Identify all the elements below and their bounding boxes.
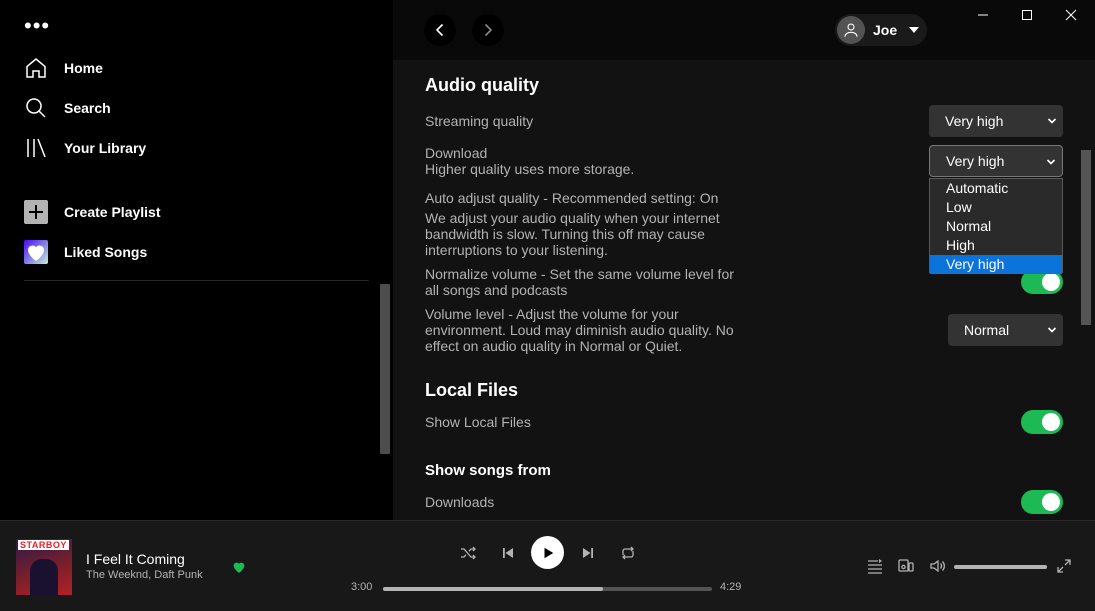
volume-level-select[interactable]: Normal	[948, 314, 1063, 346]
downloads-toggle[interactable]	[1021, 490, 1063, 514]
sidebar-item-home[interactable]: Home	[24, 56, 103, 80]
mute-button[interactable]	[929, 557, 947, 575]
elapsed-time: 3:00	[351, 581, 373, 593]
maximize-icon	[1022, 10, 1032, 20]
dropdown-option-normal[interactable]: Normal	[930, 217, 1062, 236]
toggle-knob	[1042, 273, 1060, 291]
track-title[interactable]: I Feel It Coming	[86, 551, 185, 567]
user-name: Joe	[873, 22, 898, 38]
repeat-icon	[622, 546, 634, 560]
heart-icon	[24, 240, 48, 264]
download-quality-value: Very high	[946, 153, 1005, 169]
local-files-heading: Local Files	[425, 380, 519, 400]
download-quality-dropdown: Automatic Low Normal High Very high	[929, 178, 1063, 274]
chevron-down-icon	[1047, 327, 1057, 333]
skip-back-icon	[503, 548, 513, 558]
album-cover-figure	[30, 559, 58, 595]
progress-fill	[383, 587, 604, 591]
toggle-knob	[1042, 413, 1060, 431]
fullscreen-icon	[1057, 559, 1071, 573]
auto-adjust-description: We adjust your audio quality when your i…	[425, 210, 720, 258]
streaming-quality-value: Very high	[945, 113, 1004, 129]
play-button[interactable]	[531, 536, 564, 569]
search-icon	[24, 96, 48, 120]
show-local-files-toggle[interactable]	[1021, 410, 1063, 434]
play-icon	[544, 547, 553, 558]
streaming-quality-select[interactable]: Very high	[929, 105, 1063, 137]
close-button[interactable]	[1049, 0, 1093, 30]
chevron-down-icon	[1046, 159, 1056, 165]
download-label: Download	[425, 145, 488, 161]
app-menu-button[interactable]: •••	[24, 15, 50, 37]
audio-quality-heading: Audio quality	[425, 75, 539, 95]
plus-icon	[24, 200, 48, 224]
duration-time: 4:29	[720, 581, 742, 593]
sidebar-item-label: Your Library	[64, 140, 147, 156]
volume-icon	[930, 559, 945, 573]
download-quality-select[interactable]: Very high	[929, 145, 1063, 177]
sidebar-item-label: Home	[64, 60, 103, 76]
normalize-volume-label: Normalize volume - Set the same volume l…	[425, 266, 734, 298]
sidebar-item-label: Liked Songs	[64, 244, 148, 260]
skip-forward-icon	[583, 548, 593, 558]
sidebar-item-search[interactable]: Search	[24, 96, 111, 120]
settings-main: Joe Audio quality Streaming quality Very…	[393, 0, 1095, 520]
sidebar: ••• Home Search Your Library Create Play…	[0, 0, 393, 520]
chevron-down-icon	[1047, 118, 1057, 124]
player-bar: STARBOY I Feel It Coming The Weeknd, Daf…	[0, 520, 1095, 611]
shuffle-icon	[461, 546, 476, 560]
user-menu-button[interactable]: Joe	[835, 14, 927, 46]
fullscreen-button[interactable]	[1055, 557, 1073, 575]
queue-button[interactable]	[866, 557, 884, 575]
caret-down-icon	[909, 27, 920, 33]
user-avatar-icon	[837, 16, 865, 44]
like-heart-icon[interactable]	[231, 559, 247, 575]
volume-level-label: Volume level - Adjust the volume for you…	[425, 306, 734, 354]
liked-songs-button[interactable]: Liked Songs	[24, 240, 147, 264]
dropdown-option-very-high[interactable]: Very high	[930, 255, 1062, 274]
streaming-quality-label: Streaming quality	[425, 113, 534, 129]
shuffle-button[interactable]	[459, 544, 477, 562]
progress-bar[interactable]	[383, 587, 712, 591]
volume-level-value: Normal	[964, 322, 1010, 338]
devices-icon	[898, 559, 914, 572]
sidebar-item-label: Search	[64, 100, 111, 116]
album-cover[interactable]: STARBOY	[16, 539, 72, 595]
chevron-right-icon	[484, 23, 493, 37]
home-icon	[24, 56, 48, 80]
dropdown-option-low[interactable]: Low	[930, 198, 1062, 217]
top-bar: Joe	[393, 0, 1095, 60]
dropdown-option-automatic[interactable]: Automatic	[930, 179, 1062, 198]
minimize-icon	[978, 14, 988, 16]
chevron-left-icon	[435, 23, 444, 37]
sidebar-divider	[24, 280, 369, 281]
close-icon	[1065, 9, 1077, 21]
back-button[interactable]	[424, 14, 456, 46]
repeat-button[interactable]	[619, 544, 637, 562]
maximize-button[interactable]	[1005, 0, 1049, 30]
queue-icon	[868, 559, 882, 574]
sidebar-item-label: Create Playlist	[64, 204, 161, 220]
library-icon	[24, 136, 48, 160]
downloads-label: Downloads	[425, 494, 495, 510]
create-playlist-button[interactable]: Create Playlist	[24, 200, 161, 224]
sidebar-scrollbar[interactable]	[380, 284, 390, 454]
volume-fill	[954, 565, 1047, 569]
main-scrollbar[interactable]	[1081, 150, 1091, 325]
previous-button[interactable]	[499, 544, 517, 562]
minimize-button[interactable]	[961, 0, 1005, 30]
next-button[interactable]	[579, 544, 597, 562]
album-cover-text: STARBOY	[18, 540, 69, 550]
show-songs-from-heading: Show songs from	[425, 462, 551, 479]
connect-device-button[interactable]	[897, 557, 915, 575]
toggle-knob	[1042, 493, 1060, 511]
auto-adjust-label: Auto adjust quality - Recommended settin…	[425, 190, 719, 206]
show-local-files-label: Show Local Files	[425, 414, 531, 430]
volume-slider[interactable]	[954, 565, 1047, 569]
sidebar-item-library[interactable]: Your Library	[24, 136, 146, 160]
download-description: Higher quality uses more storage.	[425, 161, 635, 177]
dropdown-option-high[interactable]: High	[930, 236, 1062, 255]
forward-button[interactable]	[472, 14, 504, 46]
track-artist[interactable]: The Weeknd, Daft Punk	[86, 569, 203, 581]
